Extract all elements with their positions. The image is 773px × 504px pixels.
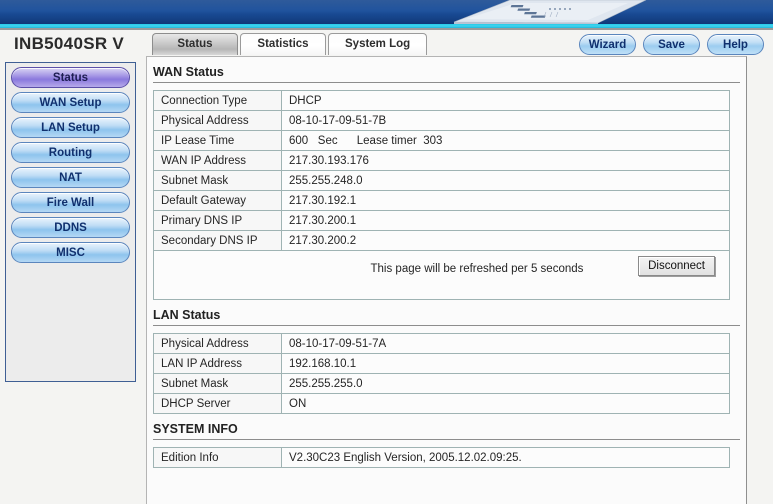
sidebar-item-misc[interactable]: MISC — [11, 242, 130, 263]
row-key: Primary DNS IP — [153, 210, 282, 231]
tab-status[interactable]: Status — [152, 33, 238, 55]
system-info-heading: SYSTEM INFO — [153, 422, 238, 436]
row-key: LAN IP Address — [153, 353, 282, 374]
row-key: DHCP Server — [153, 393, 282, 414]
sidebar-item-status[interactable]: Status — [11, 67, 130, 88]
table-row: Connection Type DHCP — [153, 90, 730, 111]
table-row: Physical Address 08-10-17-09-51-7B — [153, 110, 730, 131]
table-row: Primary DNS IP 217.30.200.1 — [153, 210, 730, 231]
row-key: Physical Address — [153, 110, 282, 131]
table-row: DHCP Server ON — [153, 393, 730, 414]
sidebar-item-routing[interactable]: Routing — [11, 142, 130, 163]
wan-status-table: Connection Type DHCP Physical Address 08… — [153, 90, 730, 300]
refresh-footer: This page will be refreshed per 5 second… — [153, 250, 730, 300]
wizard-button[interactable]: Wizard — [579, 34, 636, 55]
wan-status-footer-row: This page will be refreshed per 5 second… — [153, 250, 730, 300]
router-admin-page: INB5040SR V Status Statistics System Log… — [0, 0, 773, 504]
row-key: Edition Info — [153, 447, 282, 468]
row-value: 217.30.200.2 — [281, 230, 730, 251]
top-banner — [0, 0, 773, 28]
system-info-rule — [153, 439, 740, 440]
row-key: Physical Address — [153, 333, 282, 354]
sidebar-item-nat[interactable]: NAT — [11, 167, 130, 188]
table-row: Physical Address 08-10-17-09-51-7A — [153, 333, 730, 354]
row-key: Connection Type — [153, 90, 282, 111]
sidebar-item-firewall[interactable]: Fire Wall — [11, 192, 130, 213]
lan-status-table: Physical Address 08-10-17-09-51-7A LAN I… — [153, 333, 730, 414]
row-value: V2.30C23 English Version, 2005.12.02.09:… — [281, 447, 730, 468]
table-row: Subnet Mask 255.255.255.0 — [153, 373, 730, 394]
row-key: Subnet Mask — [153, 170, 282, 191]
disconnect-button[interactable]: Disconnect — [638, 256, 715, 276]
row-value: 08-10-17-09-51-7B — [281, 110, 730, 131]
sidebar-item-lan-setup[interactable]: LAN Setup — [11, 117, 130, 138]
system-info-table: Edition Info V2.30C23 English Version, 2… — [153, 447, 730, 468]
sidebar-nav: Status WAN Setup LAN Setup Routing NAT F… — [5, 62, 136, 382]
sidebar-item-ddns[interactable]: DDNS — [11, 217, 130, 238]
lan-status-heading: LAN Status — [153, 308, 221, 322]
row-key: WAN IP Address — [153, 150, 282, 171]
tab-system-log[interactable]: System Log — [328, 33, 428, 55]
row-value: DHCP — [281, 90, 730, 111]
wan-status-heading: WAN Status — [153, 65, 224, 79]
header-bar: INB5040SR V Status Statistics System Log… — [0, 30, 773, 59]
content-panel: WAN Status Connection Type DHCP Physical… — [146, 56, 747, 504]
lan-status-rule — [153, 325, 740, 326]
wan-status-rule — [153, 82, 740, 83]
table-row: Subnet Mask 255.255.248.0 — [153, 170, 730, 191]
row-key: IP Lease Time — [153, 130, 282, 151]
row-value: 217.30.200.1 — [281, 210, 730, 231]
row-value: 255.255.255.0 — [281, 373, 730, 394]
row-value: ON — [281, 393, 730, 414]
page-title: INB5040SR V — [14, 34, 125, 53]
help-button[interactable]: Help — [707, 34, 764, 55]
table-row: WAN IP Address 217.30.193.176 — [153, 150, 730, 171]
row-value: 08-10-17-09-51-7A — [281, 333, 730, 354]
banner-sheen — [0, 0, 773, 14]
row-value: 192.168.10.1 — [281, 353, 730, 374]
save-button[interactable]: Save — [643, 34, 700, 55]
row-key: Subnet Mask — [153, 373, 282, 394]
header-actions: Wizard Save Help — [572, 34, 764, 55]
row-value: 600 Sec Lease timer 303 — [281, 130, 730, 151]
row-value: 217.30.192.1 — [281, 190, 730, 211]
table-row: LAN IP Address 192.168.10.1 — [153, 353, 730, 374]
table-row: IP Lease Time 600 Sec Lease timer 303 — [153, 130, 730, 151]
row-key: Default Gateway — [153, 190, 282, 211]
row-key: Secondary DNS IP — [153, 230, 282, 251]
table-row: Default Gateway 217.30.192.1 — [153, 190, 730, 211]
row-value: 217.30.193.176 — [281, 150, 730, 171]
sidebar-item-wan-setup[interactable]: WAN Setup — [11, 92, 130, 113]
table-row: Secondary DNS IP 217.30.200.2 — [153, 230, 730, 251]
tab-statistics[interactable]: Statistics — [240, 33, 326, 55]
row-value: 255.255.248.0 — [281, 170, 730, 191]
table-row: Edition Info V2.30C23 English Version, 2… — [153, 447, 730, 468]
